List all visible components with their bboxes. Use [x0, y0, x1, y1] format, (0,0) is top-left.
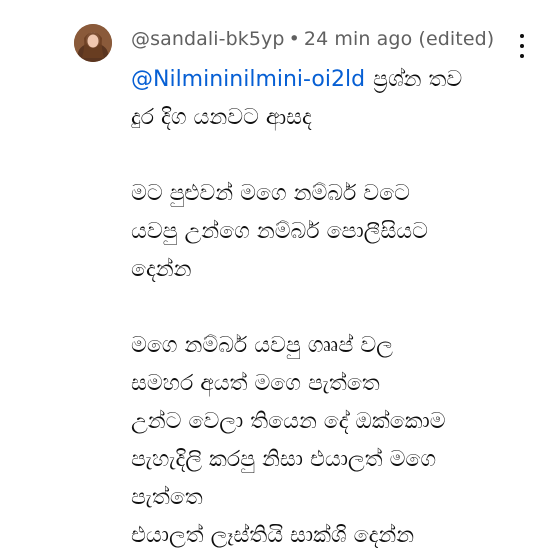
avatar[interactable] — [74, 24, 112, 62]
comment-line: @Nilmininilmini-oi2ld ප්‍රශ්න තව — [131, 61, 531, 99]
comment-line: එයාලත් ලෑස්තියි සාක්ශි දෙන්න — [131, 523, 415, 548]
comment-header: @sandali-bk5yp • 24 min ago (edited) — [131, 28, 494, 50]
comment-line: පැහැදිලි කරපු නිසා එයාලත් මගෙ — [131, 447, 437, 472]
comment-line-text: ප්‍රශ්න තව — [373, 67, 463, 92]
comment-line: මට පුළුවන් මගෙ නම්බර් වටෙ — [131, 181, 410, 206]
author-name[interactable]: @sandali-bk5yp — [131, 28, 285, 50]
bullet-separator: • — [288, 28, 300, 50]
comment-line: දුර දිග යනවට ආසද — [131, 105, 312, 130]
user-mention-link[interactable]: @Nilmininilmini-oi2ld — [131, 67, 365, 92]
comment-line: මගෙ නම්බර් යවපු ග්‍රූප් වල — [131, 333, 393, 358]
comment-thread: @sandali-bk5yp • 24 min ago (edited) @Nilm… — [0, 0, 560, 560]
more-vert-icon[interactable] — [512, 34, 532, 58]
comment-line: උන්ට වෙලා තියෙන දේ ඔක්කොම — [131, 409, 446, 434]
comment-line: සමහර අයත් මගෙ පැත්තෙ — [131, 371, 380, 396]
comment-text: @Nilmininilmini-oi2ld ප්‍රශ්න තව දුර දිග … — [131, 61, 531, 555]
comment-line: දෙන්න — [131, 257, 192, 282]
comment-line: යවපු උන්ගෙ නම්බර් පොලීසියට — [131, 219, 428, 244]
comment-timestamp[interactable]: 24 min ago (edited) — [304, 28, 494, 50]
comment-line: පැත්තෙ — [131, 485, 203, 510]
